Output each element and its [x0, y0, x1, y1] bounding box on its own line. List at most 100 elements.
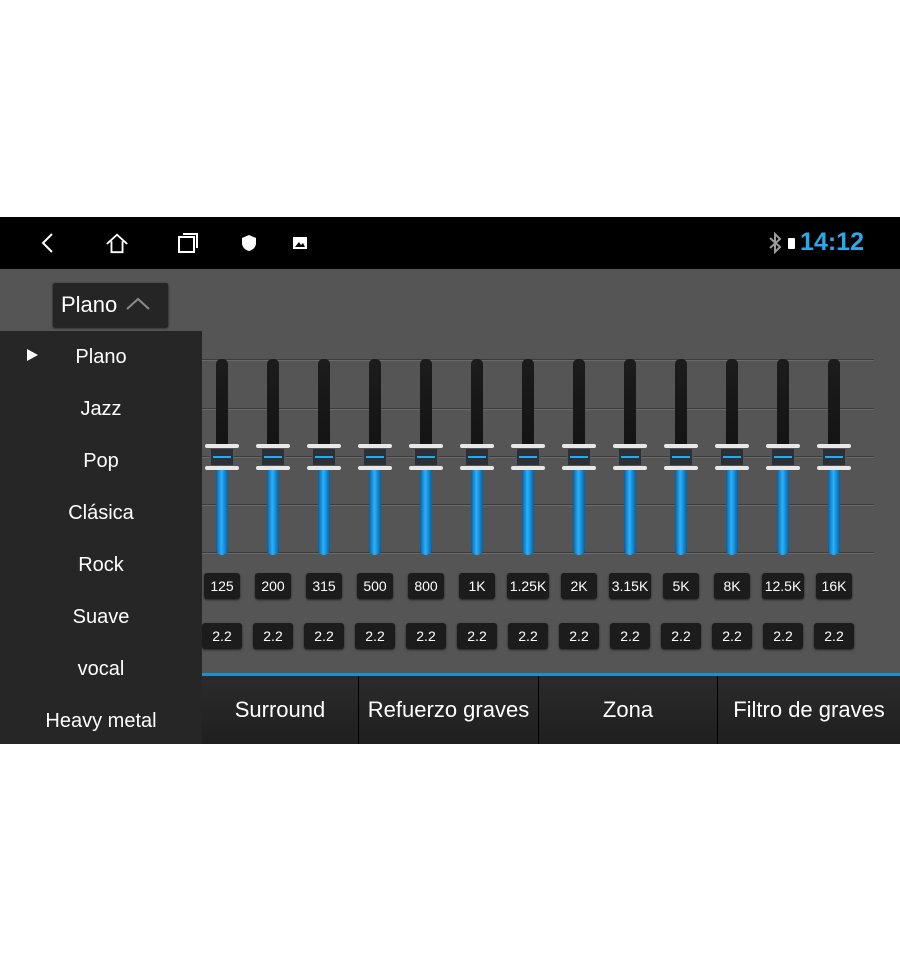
- eq-slider[interactable]: [664, 359, 698, 555]
- selected-marker-icon: [27, 349, 38, 361]
- eq-slider-thumb[interactable]: [613, 444, 647, 470]
- band-gain-value: 2.2: [202, 623, 242, 649]
- eq-slider-fill: [624, 465, 636, 555]
- preset-option-label: Pop: [83, 449, 119, 472]
- preset-option[interactable]: Clásica: [0, 487, 202, 539]
- band-gain-value: 2.2: [763, 623, 803, 649]
- band-frequency-label: 1.25K: [507, 573, 549, 599]
- tab-filtro-de-graves[interactable]: Filtro de graves: [718, 676, 900, 744]
- band-gain-value: 2.2: [508, 623, 548, 649]
- eq-slider-thumb[interactable]: [460, 444, 494, 470]
- preset-option-label: Suave: [72, 605, 130, 628]
- grid-line: [202, 359, 874, 361]
- preset-option-label: Plano: [75, 345, 127, 368]
- eq-slider-thumb[interactable]: [256, 444, 290, 470]
- eq-slider[interactable]: [256, 359, 290, 555]
- eq-slider[interactable]: [409, 359, 443, 555]
- eq-slider[interactable]: [460, 359, 494, 555]
- eq-slider-thumb[interactable]: [817, 444, 851, 470]
- eq-slider-fill: [267, 465, 279, 555]
- equalizer-screen: 14:12 Plano 125 2.2 200 2.2 315 2.2 500 2.2 800 2…: [0, 217, 900, 744]
- preset-option[interactable]: Plano: [0, 331, 202, 383]
- band-frequency-label: 200: [255, 573, 291, 599]
- eq-slider[interactable]: [205, 359, 239, 555]
- eq-slider-fill: [726, 465, 738, 555]
- eq-slider-fill: [675, 465, 687, 555]
- grid-line: [202, 552, 874, 554]
- eq-slider[interactable]: [613, 359, 647, 555]
- tab-refuerzo-graves[interactable]: Refuerzo graves: [359, 676, 539, 744]
- grid-line: [202, 408, 874, 410]
- band-frequency-label: 5K: [663, 573, 699, 599]
- eq-slider-thumb[interactable]: [664, 444, 698, 470]
- band-frequency-label: 2K: [561, 573, 597, 599]
- bottom-tab-bar: Surround Refuerzo graves Zona Filtro de …: [202, 676, 900, 744]
- preset-option-label: Heavy metal: [45, 709, 157, 732]
- preset-option-label: Jazz: [80, 397, 122, 420]
- preset-option[interactable]: Suave: [0, 591, 202, 643]
- grid-line: [202, 504, 874, 506]
- band-frequency-label: 1K: [459, 573, 495, 599]
- band-gain-value: 2.2: [304, 623, 344, 649]
- preset-option[interactable]: Pop: [0, 435, 202, 487]
- preset-option[interactable]: Jazz: [0, 383, 202, 435]
- eq-slider-thumb[interactable]: [205, 444, 239, 470]
- eq-slider-fill: [573, 465, 585, 555]
- eq-slider-fill: [216, 465, 228, 555]
- eq-slider[interactable]: [766, 359, 800, 555]
- eq-slider[interactable]: [358, 359, 392, 555]
- eq-slider-thumb[interactable]: [715, 444, 749, 470]
- band-gain-value: 2.2: [253, 623, 293, 649]
- eq-slider[interactable]: [817, 359, 851, 555]
- preset-option-label: Clásica: [68, 501, 134, 524]
- band-frequency-label: 800: [408, 573, 444, 599]
- preset-option[interactable]: vocal: [0, 643, 202, 695]
- eq-slider-thumb[interactable]: [358, 444, 392, 470]
- band-gain-value: 2.2: [712, 623, 752, 649]
- eq-slider-fill: [471, 465, 483, 555]
- bluetooth-icon: [768, 231, 782, 260]
- preset-option[interactable]: Heavy metal: [0, 695, 202, 744]
- band-gain-value: 2.2: [559, 623, 599, 649]
- preset-selected-label: Plano: [61, 292, 118, 317]
- status-bar: 14:12: [0, 217, 900, 269]
- eq-slider-fill: [420, 465, 432, 555]
- band-gain-value: 2.2: [355, 623, 395, 649]
- eq-slider[interactable]: [511, 359, 545, 555]
- band-gain-value: 2.2: [457, 623, 497, 649]
- eq-slider-thumb[interactable]: [409, 444, 443, 470]
- preset-dropdown-menu: Plano Jazz Pop Clásica Rock Suave vocal Heavy m…: [0, 331, 202, 744]
- preset-option-label: vocal: [77, 657, 125, 680]
- band-gain-value: 2.2: [406, 623, 446, 649]
- band-frequency-label: 8K: [714, 573, 750, 599]
- preset-option[interactable]: Rock: [0, 539, 202, 591]
- eq-slider-thumb[interactable]: [307, 444, 341, 470]
- eq-slider-thumb[interactable]: [562, 444, 596, 470]
- tab-surround[interactable]: Surround: [202, 676, 359, 744]
- band-gain-value: 2.2: [661, 623, 701, 649]
- eq-slider-thumb[interactable]: [511, 444, 545, 470]
- clock: 14:12: [800, 228, 864, 256]
- eq-slider-fill: [777, 465, 789, 555]
- eq-slider[interactable]: [715, 359, 749, 555]
- eq-slider-fill: [318, 465, 330, 555]
- home-icon[interactable]: [105, 231, 129, 255]
- equalizer-panel: [202, 357, 900, 557]
- band-frequency-label: 16K: [816, 573, 852, 599]
- eq-slider[interactable]: [307, 359, 341, 555]
- eq-slider-fill: [369, 465, 381, 555]
- recents-icon[interactable]: [176, 231, 200, 255]
- band-gain-value: 2.2: [610, 623, 650, 649]
- shield-icon: [237, 231, 261, 255]
- chevron-up-icon: [125, 292, 151, 318]
- band-frequency-label: 12.5K: [762, 573, 804, 599]
- eq-slider[interactable]: [562, 359, 596, 555]
- band-frequency-label: 315: [306, 573, 342, 599]
- tab-zona[interactable]: Zona: [539, 676, 718, 744]
- image-icon: [288, 231, 312, 255]
- eq-slider-thumb[interactable]: [766, 444, 800, 470]
- eq-slider-fill: [522, 465, 534, 555]
- back-icon[interactable]: [36, 231, 60, 255]
- preset-selector-button[interactable]: Plano: [53, 283, 168, 327]
- battery-icon: [788, 238, 795, 249]
